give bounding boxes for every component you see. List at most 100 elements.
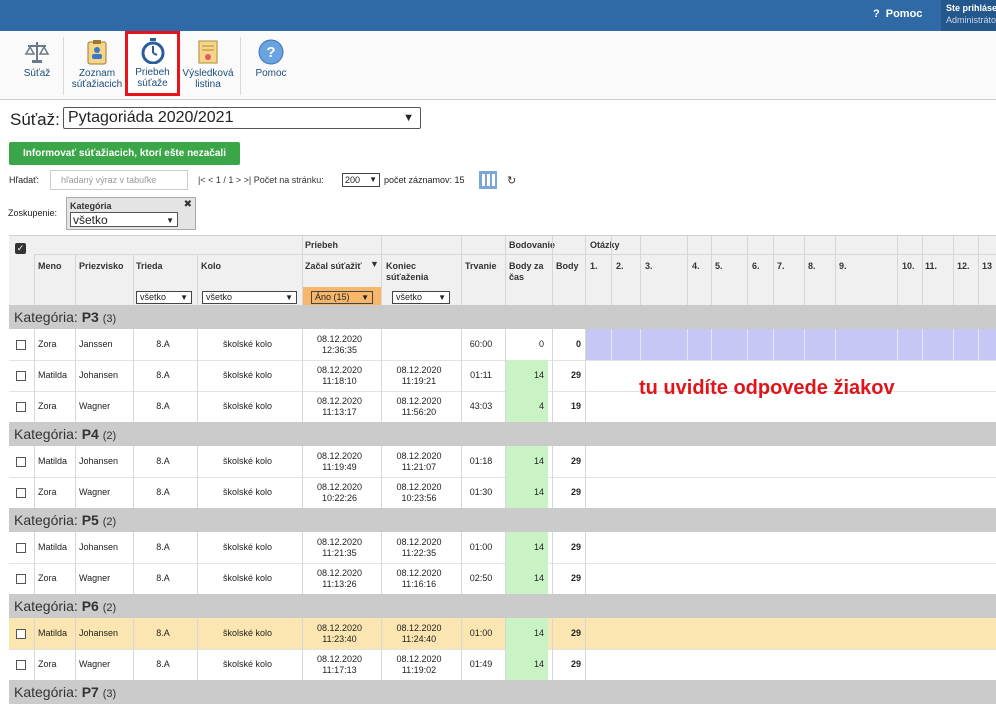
answer-divider — [953, 329, 954, 360]
select-all-checkbox[interactable]: ✓ — [15, 243, 26, 254]
category-name: P6 — [81, 598, 99, 614]
table-row[interactable]: Matilda Johansen 8.A školské kolo 08.12.2020… — [9, 446, 996, 478]
cell-body: 29 — [570, 542, 581, 552]
round-filter[interactable]: všetko ▼ — [202, 291, 297, 304]
column-header-class[interactable]: Trieda — [136, 261, 163, 271]
category-group-row[interactable]: Kategória: P4 (2) — [9, 422, 996, 446]
answer-divider — [640, 329, 641, 360]
toolbar-progress[interactable]: Priebeh súťaže — [125, 31, 180, 96]
started-filter[interactable]: Áno (15) ▼ — [311, 291, 373, 304]
category-prefix: Kategória: — [14, 426, 78, 442]
column-header-round[interactable]: Kolo — [201, 261, 221, 271]
question-number-header: 5. — [715, 261, 723, 271]
header-divider — [922, 236, 923, 306]
help-link[interactable]: ? Pomoc — [873, 8, 922, 20]
sort-desc-icon[interactable]: ▼ — [370, 259, 379, 269]
row-checkbox[interactable] — [16, 542, 26, 553]
header-divider — [773, 236, 774, 306]
table-row[interactable]: Zora Wagner 8.A školské kolo 08.12.2020 11:1… — [9, 649, 996, 681]
header-divider — [381, 236, 382, 306]
stopwatch-icon — [141, 38, 164, 64]
help-icon: ? — [258, 39, 284, 65]
column-header-duration[interactable]: Trvanie — [465, 261, 497, 271]
table-row[interactable]: Zora Wagner 8.A školské kolo 08.12.2020 10:2… — [9, 477, 996, 509]
columns-icon[interactable] — [479, 171, 497, 189]
cell-kolo: školské kolo — [222, 659, 273, 669]
top-bar: ?Pomoc Ste prihlásení Administrátor — [0, 0, 996, 31]
cell-divider — [75, 649, 76, 680]
search-input[interactable]: hľadaný výraz v tabuľke — [50, 170, 188, 190]
row-checkbox[interactable] — [16, 456, 26, 467]
row-checkbox[interactable] — [16, 401, 26, 412]
cell-priezvisko: Wagner — [79, 401, 111, 411]
question-number-header: 8. — [808, 261, 816, 271]
user-box[interactable]: Ste prihlásení Administrátor — [941, 0, 996, 31]
header-divider — [34, 254, 35, 306]
refresh-icon[interactable]: ↻ — [507, 174, 516, 187]
row-checkbox[interactable] — [16, 339, 26, 350]
row-checkbox[interactable] — [16, 628, 26, 639]
answers-annotation: tu uvidíte odpovede žiakov — [639, 377, 895, 399]
column-header-started[interactable]: Začal súťažiť — [305, 261, 365, 272]
cell-koniec: 08.12.2020 11:21:07 — [396, 450, 442, 472]
class-filter[interactable]: všetko ▼ — [136, 291, 192, 304]
cell-kolo: školské kolo — [222, 573, 273, 583]
toolbar-help[interactable]: ? Pomoc — [252, 35, 290, 79]
category-count: (2) — [102, 430, 117, 442]
pager[interactable]: |< < 1 / 1 > >| Počet na stránku: — [198, 175, 324, 185]
table-row[interactable]: Zora Janssen 8.A školské kolo 08.12.2020 12:… — [9, 329, 996, 361]
cell-trvanie: 43:03 — [469, 401, 493, 411]
category-count: (2) — [102, 602, 117, 614]
cell-trvanie: 60:00 — [469, 339, 493, 349]
cell-body: 29 — [570, 487, 581, 497]
row-checkbox[interactable] — [16, 573, 26, 584]
category-title: Kategória: P6 (2) — [9, 598, 116, 614]
toolbar-results[interactable]: Výsledková listina — [182, 35, 234, 90]
row-checkbox-cell — [16, 360, 28, 391]
category-prefix: Kategória: — [14, 598, 78, 614]
cell-divider — [585, 446, 586, 477]
category-group-row[interactable]: Kategória: P7 (3) — [9, 680, 996, 704]
category-group-row[interactable]: Kategória: P6 (2) — [9, 594, 996, 618]
column-header-time-points[interactable]: Body za čas — [509, 261, 551, 283]
cell-divider — [34, 563, 35, 594]
table-row[interactable]: Matilda Johansen 8.A školské kolo 08.12.2020… — [9, 618, 996, 650]
column-header-last-name[interactable]: Priezvisko — [79, 261, 124, 271]
toolbar-competition[interactable]: Súťaž — [14, 35, 60, 79]
question-number-header: 13 — [982, 261, 993, 271]
row-checkbox[interactable] — [16, 370, 26, 381]
cell-body: 19 — [570, 401, 581, 411]
cell-meno: Matilda — [38, 628, 68, 638]
answer-divider — [711, 329, 712, 360]
category-count: (3) — [102, 313, 117, 325]
cell-divider — [75, 618, 76, 649]
table-row[interactable]: Zora Wagner 8.A školské kolo 08.12.2020 11:1… — [9, 563, 996, 595]
category-name: P4 — [81, 426, 99, 442]
competition-select[interactable]: Pytagoriáda 2020/2021 ▼ — [63, 107, 421, 129]
row-checkbox[interactable] — [16, 659, 26, 670]
category-title: Kategória: P3 (3) — [9, 309, 116, 325]
close-icon[interactable]: ✖ — [184, 199, 192, 210]
notify-contestants-button[interactable]: Informovať súťažiacich, ktorí ešte nezač… — [9, 142, 240, 182]
header-divider — [978, 236, 979, 306]
cell-body-za-cas: 14 — [506, 649, 548, 680]
category-group-row[interactable]: Kategória: P3 (3) — [9, 305, 996, 329]
cell-priezvisko: Wagner — [79, 487, 111, 497]
column-header-ended[interactable]: Koniec súťaženia — [386, 261, 446, 283]
cell-kolo: školské kolo — [222, 628, 273, 638]
grouping-label: Zoskupenie: — [8, 208, 58, 218]
row-checkbox[interactable] — [16, 487, 26, 498]
toolbar-contestants[interactable]: Zoznam súťažiacich — [68, 35, 126, 90]
per-page-select[interactable]: 200 ▼ — [342, 173, 380, 187]
category-group-row[interactable]: Kategória: P5 (2) — [9, 508, 996, 532]
column-header-points[interactable]: Body — [556, 261, 579, 271]
ended-filter[interactable]: všetko ▼ — [392, 291, 450, 304]
cell-divider — [75, 532, 76, 563]
cell-trvanie: 01:49 — [469, 659, 493, 669]
column-header-first-name[interactable]: Meno — [38, 261, 62, 271]
cell-divider — [75, 477, 76, 508]
cell-divider — [34, 532, 35, 563]
grouping-select[interactable]: všetko ▼ — [70, 212, 178, 227]
chevron-down-icon: ▼ — [361, 293, 369, 302]
table-row[interactable]: Matilda Johansen 8.A školské kolo 08.12.2020… — [9, 532, 996, 564]
